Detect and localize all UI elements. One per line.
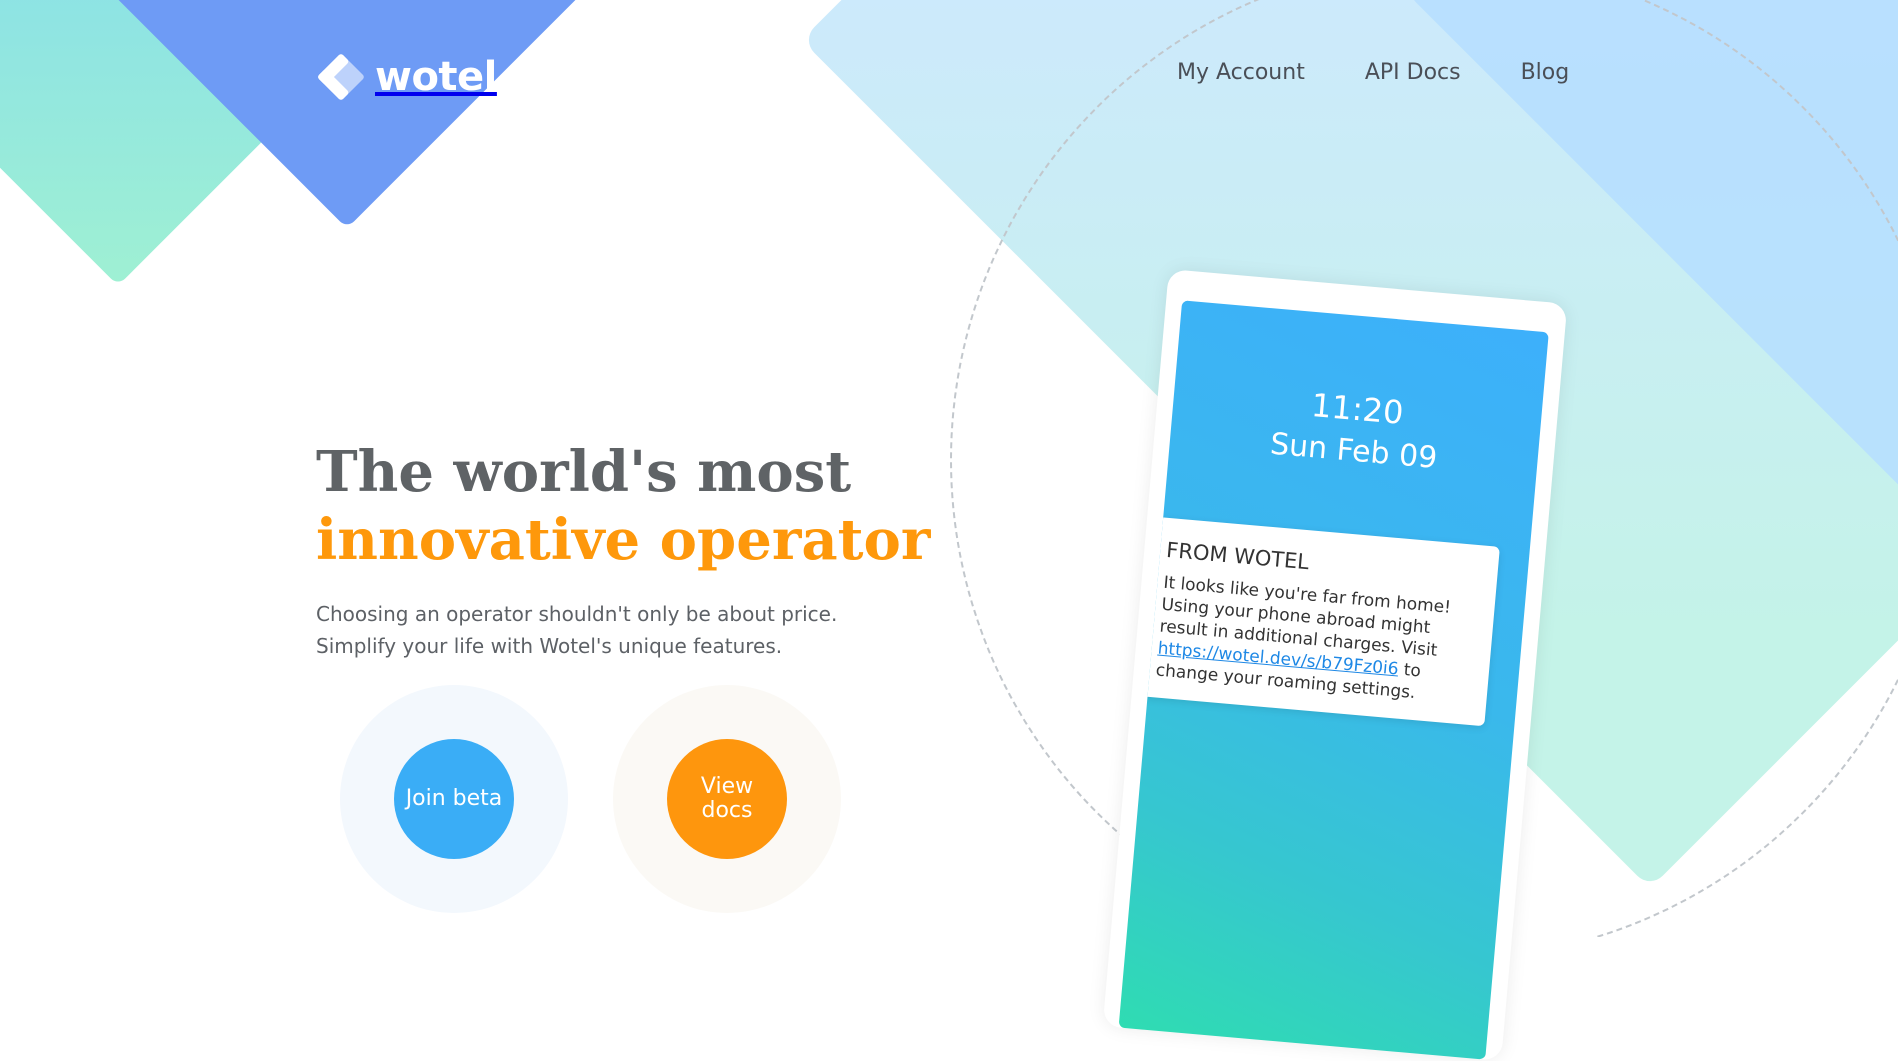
nav-my-account[interactable]: My Account: [1177, 60, 1305, 85]
wotel-logo-icon: [316, 52, 366, 102]
site-header: wotel My Account API Docs Blog: [0, 0, 1898, 150]
notification-body: It looks like you're far from home! Usin…: [1155, 572, 1475, 709]
phone-mockup: 11:20 Sun Feb 09 FROM WOTEL It looks lik…: [1102, 269, 1568, 1061]
nav-api-docs[interactable]: API Docs: [1365, 60, 1461, 85]
join-beta-button[interactable]: Join beta: [394, 739, 514, 859]
hero-section: The world's most innovative operator Cho…: [316, 438, 1036, 662]
hero-title: The world's most innovative operator: [316, 438, 1036, 574]
join-beta-halo: Join beta: [340, 685, 568, 913]
hero-subtitle: Choosing an operator shouldn't only be a…: [316, 598, 1036, 662]
phone-screen: 11:20 Sun Feb 09 FROM WOTEL It looks lik…: [1118, 300, 1549, 1060]
view-docs-halo: View docs: [613, 685, 841, 913]
hero-title-line2: innovative operator: [316, 507, 931, 573]
sms-notification: FROM WOTEL It looks like you're far from…: [1133, 516, 1500, 727]
logo-link[interactable]: wotel: [316, 52, 497, 102]
brand-name: wotel: [375, 54, 497, 100]
hero-subtitle-line2: Simplify your life with Wotel's unique f…: [316, 634, 783, 658]
hero-title-line1: The world's most: [316, 439, 852, 505]
view-docs-button[interactable]: View docs: [667, 739, 787, 859]
hero-subtitle-line1: Choosing an operator shouldn't only be a…: [316, 602, 838, 626]
nav-blog[interactable]: Blog: [1521, 60, 1570, 85]
main-nav: My Account API Docs Blog: [1177, 60, 1629, 85]
